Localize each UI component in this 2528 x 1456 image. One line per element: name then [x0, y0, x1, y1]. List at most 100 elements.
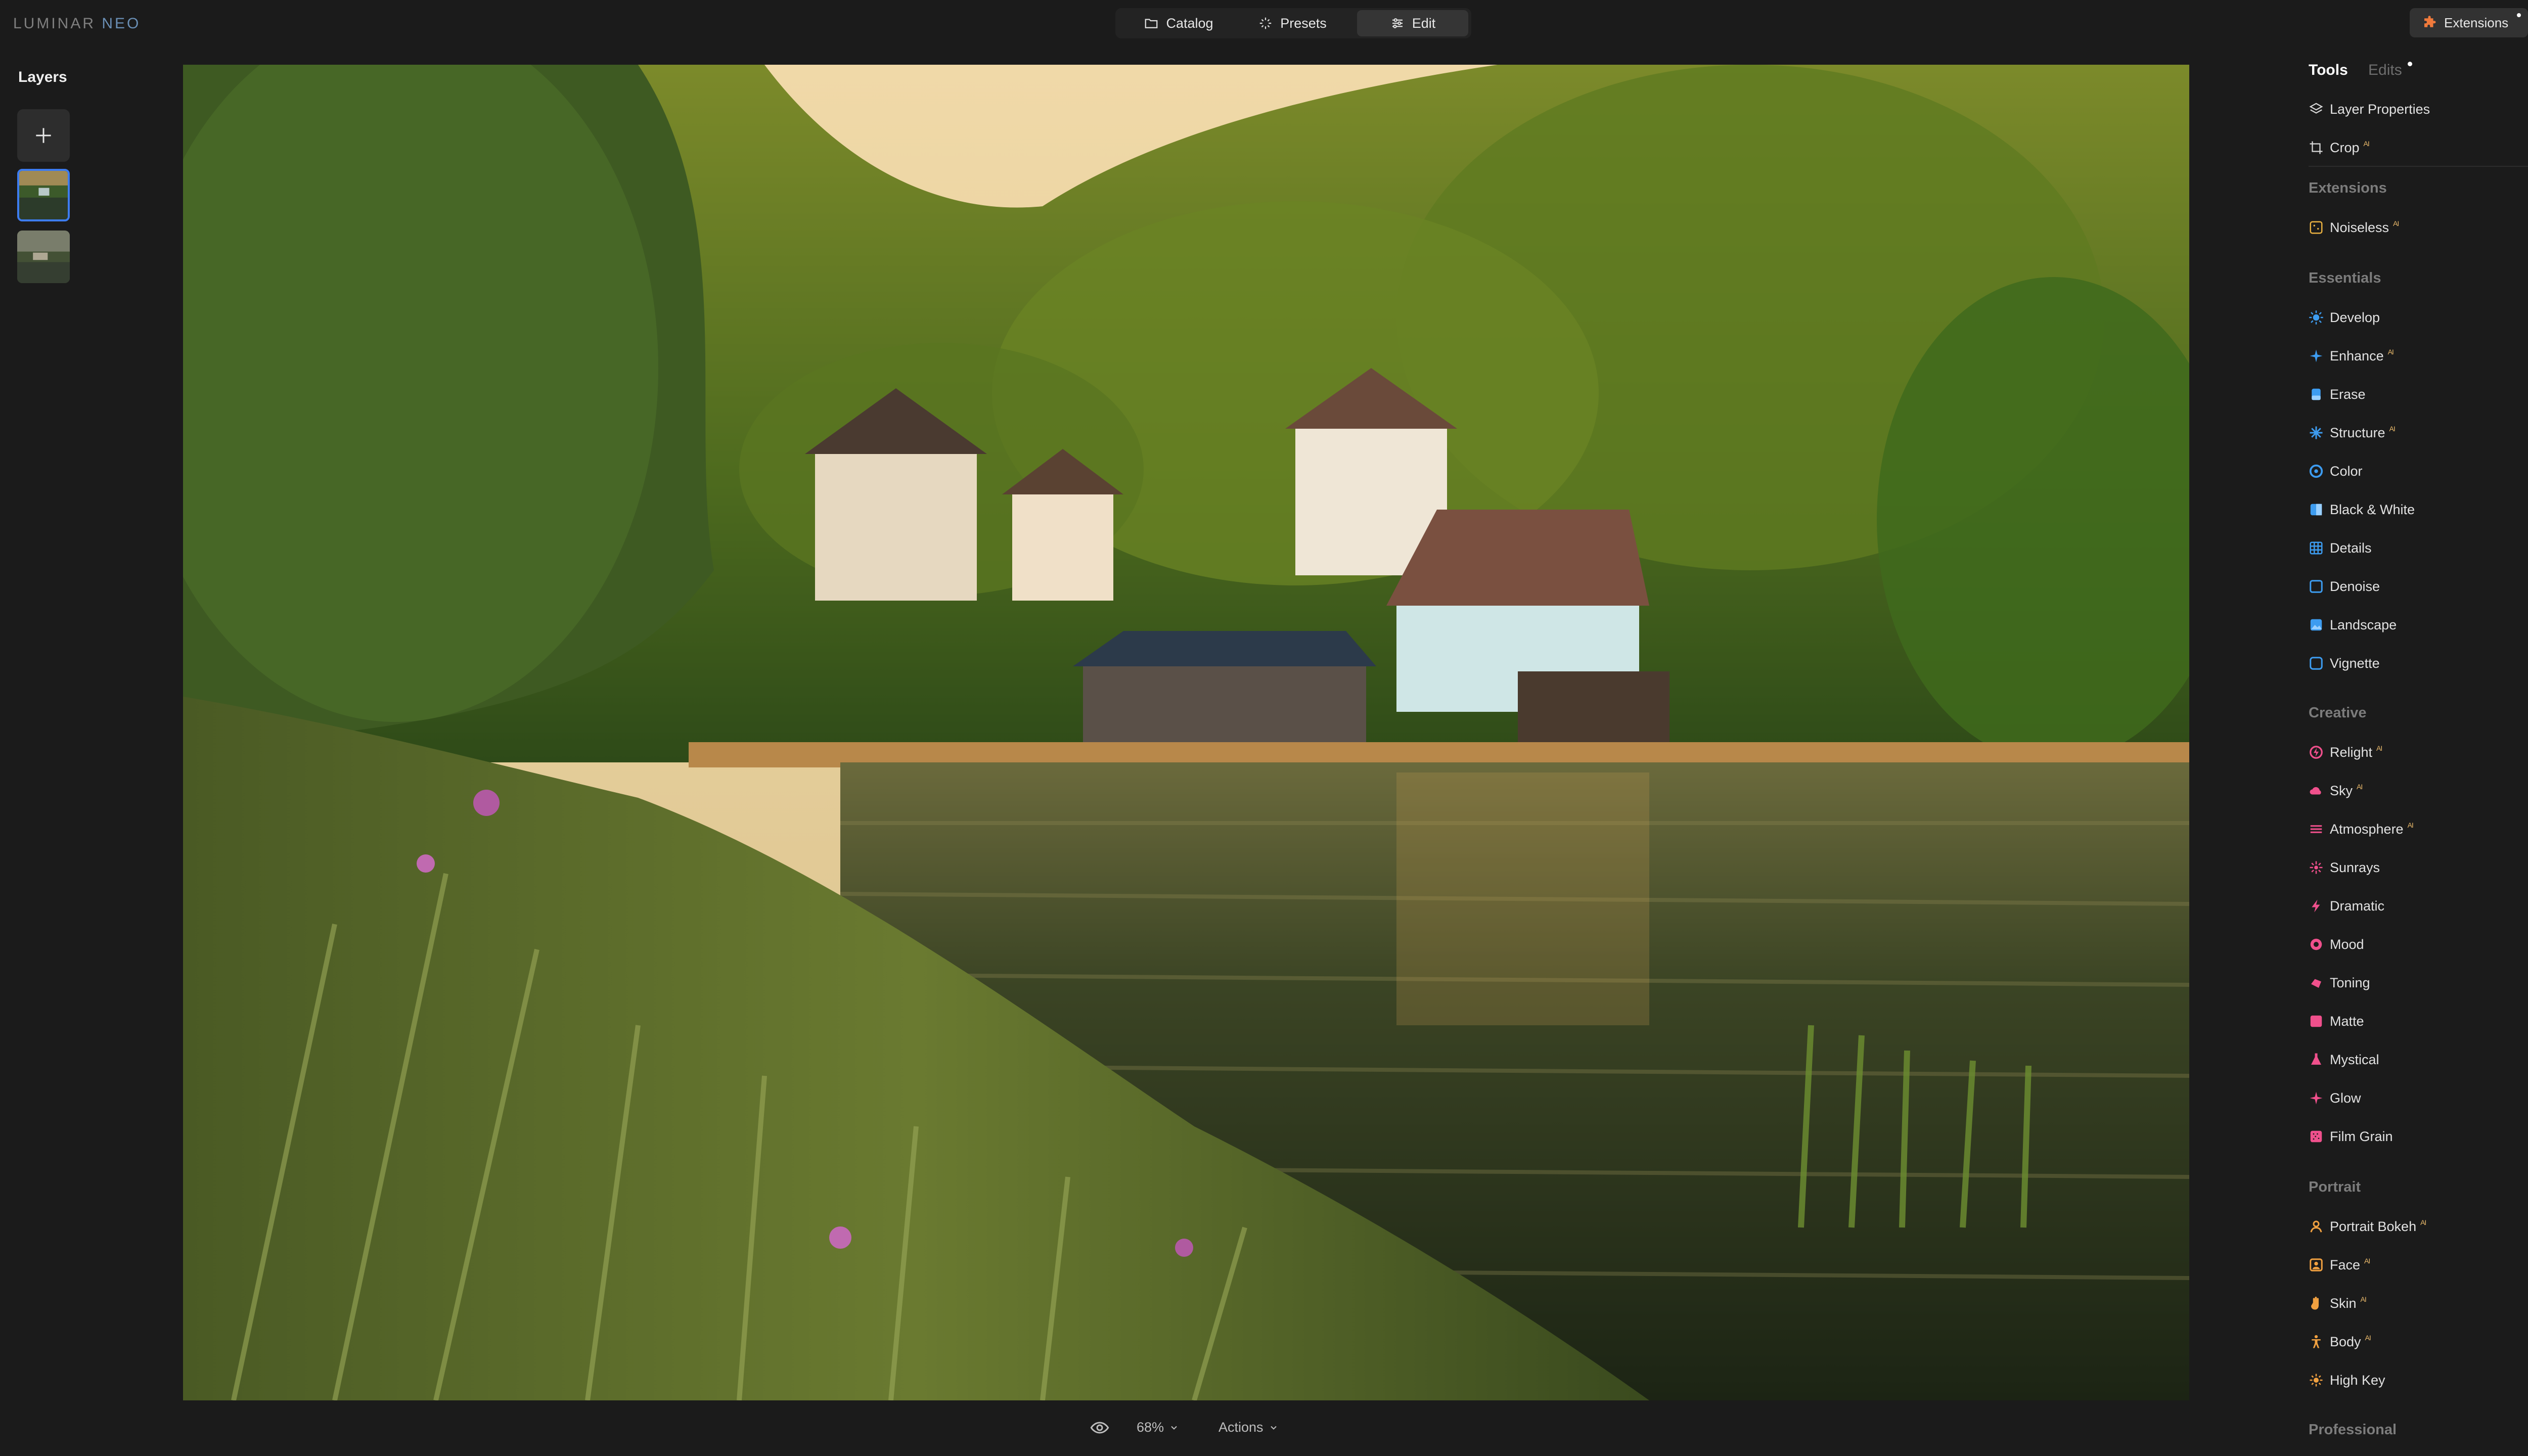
tool-body[interactable]: Body AI [2309, 1331, 2371, 1353]
ai-badge: AI [2363, 140, 2370, 148]
tool-label: Black & White [2330, 502, 2415, 517]
tool-layer-properties[interactable]: Layer Properties [2309, 98, 2430, 120]
relight-icon [2310, 746, 2323, 759]
actions-dropdown[interactable]: Actions [1218, 1420, 1279, 1435]
tool-label: Enhance [2330, 348, 2384, 363]
tool-enhance[interactable]: Enhance AI [2309, 345, 2394, 367]
tool-label: High Key [2330, 1372, 2385, 1388]
tool-noiseless[interactable]: Noiseless AI [2309, 216, 2399, 239]
tool-label: Dramatic [2330, 898, 2385, 914]
add-layer-button[interactable] [17, 109, 70, 162]
tool-structure[interactable]: Structure AI [2309, 422, 2396, 444]
film-grain-icon [2310, 1130, 2322, 1143]
tool-label: Layer Properties [2330, 101, 2430, 117]
logo-main-text: LUMINAR [13, 15, 96, 32]
ai-badge: AI [2389, 425, 2396, 433]
zoom-value: 68% [1137, 1420, 1164, 1435]
tool-label: Portrait Bokeh [2330, 1218, 2417, 1234]
layer-thumbnail-1[interactable] [17, 169, 70, 221]
ai-badge: AI [2360, 1295, 2367, 1303]
sliders-icon [1392, 18, 1403, 28]
tool-vignette[interactable]: Vignette [2309, 652, 2380, 674]
mood-icon [2310, 938, 2322, 950]
tool-label: Relight [2330, 744, 2373, 760]
tool-label: Face [2330, 1257, 2361, 1272]
ai-badge: AI [2364, 1257, 2370, 1265]
tools-panel: Tools Edits Layer Properties Crop AI Ext… [2309, 0, 2528, 1456]
vignette-icon [2310, 657, 2323, 670]
tool-portrait-bokeh[interactable]: Portrait Bokeh AI [2309, 1215, 2426, 1238]
tool-mystical[interactable]: Mystical [2309, 1049, 2379, 1071]
zoom-dropdown[interactable]: 68% [1137, 1420, 1179, 1435]
tool-label: Crop [2330, 140, 2360, 155]
layer-thumbnail-2[interactable] [17, 231, 70, 283]
tool-denoise[interactable]: Denoise [2309, 575, 2380, 598]
tool-toning[interactable]: Toning [2309, 972, 2370, 994]
top-bar: LUMINAR NEO Catalog Presets Edit Extensi… [0, 0, 2528, 46]
body-figure-icon [2312, 1335, 2321, 1348]
tool-label: Matte [2330, 1013, 2364, 1029]
black-white-icon [2310, 504, 2322, 516]
ai-badge: AI [2365, 1334, 2371, 1342]
folder-icon [1145, 19, 1158, 28]
lightning-icon [2312, 899, 2320, 913]
tool-develop[interactable]: Develop [2309, 306, 2380, 329]
tool-label: Mystical [2330, 1052, 2379, 1067]
crop-icon [2310, 141, 2323, 154]
presets-button[interactable]: Presets [1242, 10, 1343, 36]
actions-label: Actions [1218, 1420, 1263, 1435]
tool-dramatic[interactable]: Dramatic [2309, 895, 2384, 917]
tool-matte[interactable]: Matte [2309, 1010, 2364, 1032]
layers-icon [2309, 103, 2323, 114]
tool-label: Erase [2330, 386, 2366, 402]
tool-label: Develop [2330, 309, 2380, 325]
sparkle-icon [2310, 349, 2323, 362]
tool-face[interactable]: Face AI [2309, 1254, 2370, 1276]
photo-canvas[interactable] [183, 65, 2189, 1400]
catalog-label: Catalog [1166, 15, 1213, 31]
app-logo: LUMINAR NEO [13, 15, 141, 32]
tool-crop[interactable]: Crop AI [2309, 136, 2370, 159]
face-icon [2310, 1258, 2323, 1271]
section-extensions: Extensions [2309, 180, 2387, 196]
tool-landscape[interactable]: Landscape [2309, 614, 2397, 636]
tab-edits[interactable]: Edits [2368, 62, 2402, 79]
tool-label: Landscape [2330, 617, 2397, 632]
noiseless-icon [2310, 221, 2323, 234]
ai-badge: AI [2387, 348, 2394, 356]
tool-color[interactable]: Color [2309, 460, 2363, 482]
edit-button[interactable]: Edit [1357, 10, 1468, 36]
high-key-icon [2310, 1374, 2323, 1387]
tool-label: Structure [2330, 425, 2385, 440]
tool-atmosphere[interactable]: Atmosphere AI [2309, 818, 2414, 840]
tab-tools[interactable]: Tools [2309, 62, 2348, 79]
eye-icon[interactable] [1088, 1418, 1111, 1438]
tool-black-white[interactable]: Black & White [2309, 498, 2415, 521]
tool-details[interactable]: Details [2309, 537, 2372, 559]
landscape-photo [183, 65, 2189, 1400]
ai-badge: AI [2357, 783, 2363, 791]
tool-erase[interactable]: Erase [2309, 383, 2366, 405]
color-wheel-icon [2309, 464, 2323, 478]
sun-icon [2309, 310, 2323, 325]
tool-skin[interactable]: Skin AI [2309, 1292, 2367, 1314]
matte-icon [2310, 1015, 2322, 1027]
tool-glow[interactable]: Glow [2309, 1087, 2361, 1109]
tool-label: Mood [2330, 936, 2364, 952]
tool-relight[interactable]: Relight AI [2309, 741, 2382, 763]
tool-label: Film Grain [2330, 1128, 2393, 1144]
tool-label: Noiseless [2330, 219, 2389, 235]
tool-label: Details [2330, 540, 2372, 556]
chevron-down-icon [1171, 1426, 1177, 1430]
tool-sunrays[interactable]: Sunrays [2309, 856, 2380, 879]
tool-sky[interactable]: Sky AI [2309, 780, 2363, 802]
ai-badge: AI [2407, 821, 2414, 829]
logo-accent-text: NEO [102, 15, 141, 32]
tool-film-grain[interactable]: Film Grain [2309, 1125, 2393, 1148]
tool-high-key[interactable]: High Key [2309, 1369, 2385, 1391]
tool-mood[interactable]: Mood [2309, 933, 2364, 956]
ai-badge: AI [2393, 219, 2399, 228]
section-professional: Professional [2309, 1422, 2397, 1438]
catalog-button[interactable]: Catalog [1119, 10, 1238, 36]
section-portrait: Portrait [2309, 1179, 2361, 1195]
